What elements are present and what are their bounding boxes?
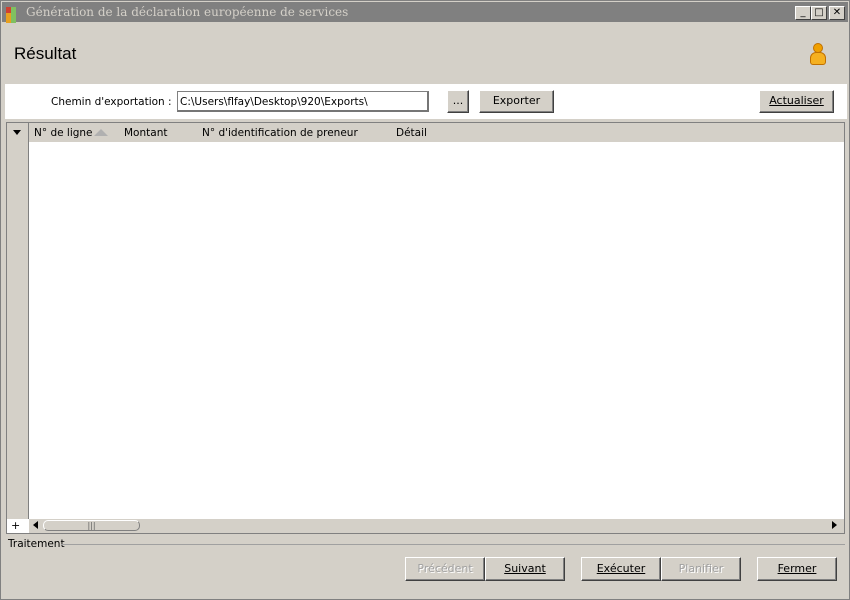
refresh-button-label: Actualiser [769,94,824,107]
refresh-button[interactable]: Actualiser [759,90,834,113]
page-title: Résultat [14,44,77,63]
minimize-button[interactable]: _ [795,6,811,20]
schedule-button[interactable]: Planifier [661,557,741,581]
export-button[interactable]: Exporter [479,90,554,113]
column-header-detail[interactable]: Détail [396,127,427,139]
main-window: Génération de la déclaration européenne … [0,0,850,600]
grid-body[interactable] [29,142,844,519]
window-title: Génération de la déclaration européenne … [26,5,349,19]
status-divider [61,544,845,545]
results-grid[interactable]: N° de ligne Montant N° d'identification … [6,122,845,534]
sort-ascending-icon [94,129,108,136]
previous-button-label: Précédent [417,562,473,575]
next-button[interactable]: Suivant [485,557,565,581]
scroll-thumb[interactable]: ||| [43,520,140,531]
browse-button[interactable]: ... [447,90,469,113]
column-chooser-icon[interactable] [13,130,21,135]
close-button[interactable]: Fermer [757,557,837,581]
app-logo-icon [6,7,22,23]
column-header-line-number[interactable]: N° de ligne [34,127,93,139]
row-selector-column [7,123,29,519]
close-button-label: Fermer [777,562,817,575]
previous-button[interactable]: Précédent [405,557,485,581]
maximize-button[interactable]: □ [811,6,827,20]
close-window-button[interactable]: ✕ [829,6,845,20]
grid-header: N° de ligne Montant N° d'identification … [29,123,844,142]
execute-button-label: Exécuter [596,562,646,575]
schedule-button-label: Planifier [678,562,724,575]
title-bar[interactable]: Génération de la déclaration européenne … [2,2,848,23]
execute-button[interactable]: Exécuter [581,557,661,581]
export-path-input[interactable] [177,91,429,112]
page-header: Résultat [3,23,848,83]
column-header-customer-id[interactable]: N° d'identification de preneur [202,127,358,139]
next-button-label: Suivant [504,562,546,575]
user-icon[interactable] [809,43,827,67]
export-toolbar: Chemin d'exportation : ... Exporter Actu… [5,84,847,119]
export-path-label: Chemin d'exportation : [51,96,172,108]
scroll-right-icon[interactable] [832,521,837,529]
scroll-left-icon[interactable] [33,521,38,529]
status-label: Traitement [8,538,65,550]
expand-icon[interactable]: + [11,520,20,532]
column-header-amount[interactable]: Montant [124,127,167,139]
horizontal-scrollbar[interactable]: ||| [29,519,844,533]
